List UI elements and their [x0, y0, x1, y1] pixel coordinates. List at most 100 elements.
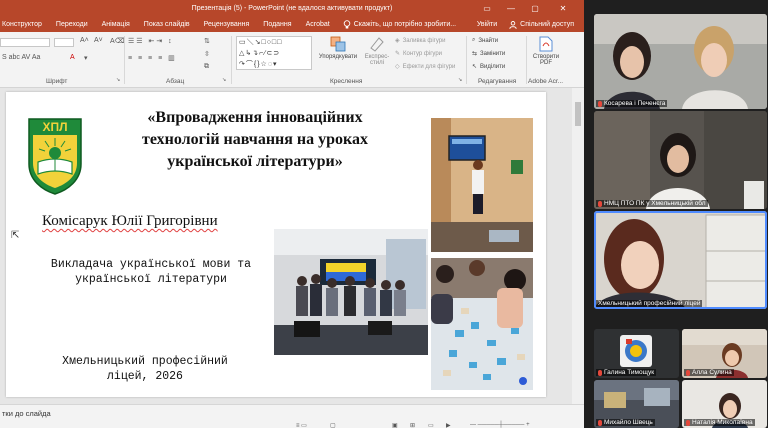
font-group-label: Шрифт	[46, 78, 68, 85]
slide-sorter-icon[interactable]: ⊞	[410, 422, 415, 428]
tab-design[interactable]: Конструктор	[0, 17, 49, 32]
participant-name-tag: Алла Сулина	[684, 369, 734, 376]
participant-name-tag: Галина Тимощук	[596, 369, 657, 376]
shape-fill-button[interactable]: ◈ Заливка фігури	[395, 37, 445, 45]
close-icon[interactable]: ✕	[552, 0, 574, 17]
text-style-icons[interactable]: S abc AV Aa	[2, 54, 40, 61]
slide[interactable]: ХПЛ «Впровадження інноваційних технологі…	[6, 92, 546, 397]
align-text-icon[interactable]: ⇳	[204, 50, 210, 58]
slide-title[interactable]: «Впровадження інноваційних технологій на…	[124, 107, 386, 173]
drawing-dialog-launcher-icon[interactable]: ↘	[458, 77, 462, 83]
photo-group[interactable]	[274, 229, 428, 355]
participant-tile[interactable]: Наталія Миколаївна	[682, 380, 767, 428]
pen-icon: ✎	[395, 51, 401, 57]
create-pdf-button[interactable]: Створити PDF	[531, 36, 561, 66]
shapes-gallery[interactable]: ▭＼↘□○□□ △↳↴⌐∕⊂⊃ ↷⌒{}☆◌▾	[236, 36, 312, 70]
paint-bucket-icon: ◈	[395, 38, 400, 44]
tell-me-box[interactable]: Скажіть, що потрібно зробити...	[343, 20, 456, 29]
shape-effects-button[interactable]: ◇ Ефекти для фігури	[395, 63, 455, 71]
smartart-icon[interactable]: ⧉	[204, 63, 209, 71]
font-color-icon[interactable]: A	[70, 54, 75, 61]
pdf-icon	[539, 36, 553, 52]
mic-off-icon	[598, 200, 602, 207]
participant-name-tag: Наталія Миколаївна	[684, 419, 755, 426]
reading-view-icon[interactable]: ▭	[428, 422, 434, 428]
participant-name-tag: Хмельницький професійний ліцей	[596, 300, 703, 307]
person-icon	[509, 20, 517, 29]
participant-tile-active-speaker[interactable]: Хмельницький професійний ліцей	[594, 211, 767, 309]
mic-off-icon	[598, 100, 602, 107]
slide-editing-area[interactable]: ХПЛ «Впровадження інноваційних технологі…	[0, 88, 584, 404]
notes-placeholder[interactable]: тки до слайда	[2, 409, 51, 418]
ribbon-display-options-icon[interactable]: ▭	[476, 0, 498, 17]
tab-transitions[interactable]: Переходи	[49, 17, 95, 32]
tell-me-text: Скажіть, що потрібно зробити...	[353, 21, 457, 28]
font-size-field[interactable]	[54, 38, 74, 47]
window-title: Презентація (5) - PowerPoint (не вдалося…	[191, 5, 393, 12]
align-icons[interactable]: ≡ ≡ ≡ ≡ ▥	[128, 54, 177, 62]
decrease-font-icon[interactable]: A˅	[94, 37, 103, 44]
mic-off-icon	[598, 369, 602, 376]
mic-off-icon	[686, 419, 690, 426]
replace-button[interactable]: ⇆ Замінити	[472, 50, 506, 58]
slide-scrollbar-thumb[interactable]	[575, 102, 581, 126]
slide-scrollbar[interactable]	[572, 88, 584, 404]
status-bar: тки до слайда ≡ ▭ ▢ ▣ ⊞ ▭ ▶ — ─────┼────…	[0, 404, 584, 428]
increase-font-icon[interactable]: A˄	[80, 37, 89, 44]
tab-acrobat[interactable]: Acrobat	[299, 17, 337, 32]
powerpoint-window: Презентація (5) - PowerPoint (не вдалося…	[0, 0, 584, 428]
college-year[interactable]: Хмельницький професійний ліцей, 2026	[40, 354, 250, 384]
college-logo: ХПЛ	[28, 118, 82, 195]
comments-icon[interactable]: ▢	[330, 422, 336, 428]
logo-text: ХПЛ	[42, 120, 67, 134]
participant-tile[interactable]: НМЦ ПТО ПК у Хмельницькій обл	[594, 111, 767, 209]
share-label: Спільний доступ	[520, 21, 574, 28]
photo-presenter[interactable]	[431, 118, 533, 252]
participant-name: НМЦ ПТО ПК у Хмельницькій обл	[604, 200, 706, 207]
participant-name-tag: НМЦ ПТО ПК у Хмельницькій обл	[596, 200, 708, 207]
ribbon: A˄ A˅ A⌫ S abc AV Aa A ▾ Шрифт ↘ ☰☰ ⇤⇥ ↕…	[0, 32, 584, 88]
quick-styles-icon	[370, 37, 384, 52]
participant-video	[594, 211, 767, 309]
quick-styles-button[interactable]: Експрес-стилі	[362, 36, 392, 66]
clear-format-icon[interactable]: A⌫	[110, 37, 125, 45]
participant-tile[interactable]: Галина Тимощук	[594, 329, 679, 378]
replace-label: Замінити	[480, 50, 506, 57]
shape-outline-label: Контур фігури	[403, 50, 443, 57]
sign-in-link[interactable]: Увійти	[477, 21, 497, 28]
text-direction-icon[interactable]: ⇅	[204, 37, 210, 45]
select-button[interactable]: ↖ Виділити	[472, 63, 505, 71]
arrange-button[interactable]: Упорядкувати	[317, 36, 359, 60]
minimize-icon[interactable]: —	[500, 0, 522, 17]
author-role[interactable]: Викладача української мови та українсько…	[36, 257, 266, 287]
lightbulb-icon	[343, 20, 350, 29]
participant-tile[interactable]: Алла Сулина	[682, 329, 767, 378]
participant-tile[interactable]: Косарева і Печенєга	[594, 14, 767, 109]
notes-toggle-icon[interactable]: ≡ ▭	[296, 422, 307, 428]
zoom-slider[interactable]: — ─────┼───── +	[470, 422, 530, 428]
find-button[interactable]: ⌕ Знайти	[472, 37, 498, 44]
font-more-icon[interactable]: ▾	[84, 54, 88, 62]
author-name[interactable]: Комісарук Юлії Григорівни	[42, 213, 218, 230]
slideshow-view-icon[interactable]: ▶	[446, 422, 451, 428]
font-dialog-launcher-icon[interactable]: ↘	[116, 77, 120, 83]
divider	[526, 36, 527, 84]
tab-animations[interactable]: Анімація	[95, 17, 137, 32]
shape-outline-button[interactable]: ✎ Контур фігури	[395, 50, 443, 58]
tab-review[interactable]: Рецензування	[197, 17, 257, 32]
adobe-group-label: Adobe Acr...	[528, 78, 564, 85]
photo-puzzle[interactable]	[431, 258, 533, 390]
font-name-field[interactable]	[0, 38, 50, 47]
select-icon: ↖	[472, 64, 478, 70]
quick-styles-label: Експрес-стилі	[364, 54, 390, 66]
share-button[interactable]: Спільний доступ	[509, 20, 574, 29]
list-icons[interactable]: ☰☰ ⇤⇥ ↕	[128, 37, 174, 45]
create-pdf-label: Створити PDF	[532, 54, 560, 66]
maximize-icon[interactable]: ▢	[524, 0, 546, 17]
drawing-group-label: Креслення	[330, 78, 363, 85]
paragraph-dialog-launcher-icon[interactable]: ↘	[222, 77, 226, 83]
participant-tile[interactable]: Михайло Швець	[594, 380, 679, 428]
tab-slide-show[interactable]: Показ слайдів	[137, 17, 197, 32]
normal-view-icon[interactable]: ▣	[392, 422, 398, 428]
tab-view[interactable]: Подання	[256, 17, 298, 32]
